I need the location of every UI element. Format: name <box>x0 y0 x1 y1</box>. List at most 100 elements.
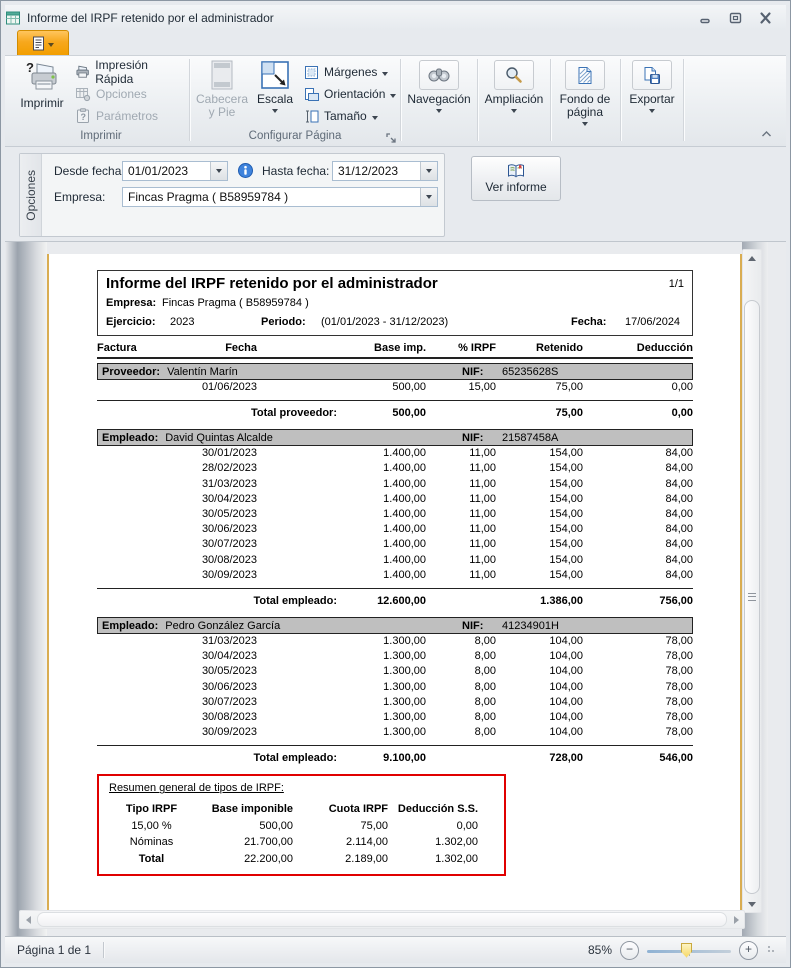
hasta-fecha-combobox[interactable]: 31/12/2023 <box>332 161 438 181</box>
tamano-button[interactable]: Tamaño <box>300 106 382 126</box>
column-header: Base imp. <box>257 342 426 354</box>
cell <box>97 664 167 679</box>
cell: 30/08/2023 <box>167 710 257 725</box>
quick-print-icon <box>75 64 90 80</box>
hasta-fecha-label: Hasta fecha: <box>262 164 329 178</box>
group-header-band: Proveedor:Valentín MarínNIF:65235628S <box>97 363 693 380</box>
zoom-slider[interactable] <box>647 942 731 959</box>
cell: 30/01/2023 <box>167 446 257 461</box>
zoom-slider-thumb[interactable] <box>681 943 692 958</box>
cabecera-pie-button[interactable]: Cabecera y Pie <box>194 60 250 119</box>
group-name: Valentín Marín <box>167 366 462 378</box>
margenes-button[interactable]: Márgenes <box>300 62 392 82</box>
cell: 1.400,00 <box>257 522 426 537</box>
cell: 84,00 <box>583 553 693 568</box>
dropdown-button[interactable] <box>420 162 437 180</box>
application-menu-tab[interactable] <box>17 30 69 55</box>
group-total-row: Total proveedor:500,0075,000,00 <box>97 400 693 419</box>
empresa-value: Fincas Pragma ( B58959784 ) <box>123 188 420 206</box>
desde-fecha-combobox[interactable]: 01/01/2023 <box>122 161 228 181</box>
orientation-icon <box>304 87 319 102</box>
cell: 11,00 <box>426 553 496 568</box>
margins-icon <box>304 65 319 80</box>
opciones-label: Opciones <box>96 87 147 101</box>
close-button[interactable] <box>758 11 772 24</box>
cell: 8,00 <box>426 649 496 664</box>
total-label: Total empleado: <box>97 595 337 607</box>
cell: 11,00 <box>426 507 496 522</box>
exportar-button[interactable]: Exportar <box>625 60 679 113</box>
restore-button[interactable] <box>728 11 742 24</box>
navegacion-button[interactable]: Navegación <box>412 60 466 113</box>
report-body: Proveedor:Valentín MarínNIF:65235628S01/… <box>97 363 693 764</box>
empresa-field-value: Fincas Pragma ( B58959784 ) <box>162 297 309 309</box>
scroll-left-button[interactable] <box>20 911 36 928</box>
statusbar-separator <box>103 942 105 958</box>
cell: 75,00 <box>496 380 583 395</box>
total-value <box>426 595 496 607</box>
orientacion-label: Orientación <box>324 87 385 101</box>
column-header: Deducción <box>583 342 693 354</box>
opciones-button[interactable]: Opciones <box>71 84 151 104</box>
escala-button[interactable]: Escala <box>252 60 298 113</box>
scroll-up-button[interactable] <box>743 250 761 266</box>
fondo-pagina-button[interactable]: Fondo de página <box>558 60 612 126</box>
table-row: 28/02/20231.400,0011,00154,0084,00 <box>97 461 693 476</box>
ribbon-group-fondo-pagina: Fondo de página <box>551 56 619 146</box>
table-row: 30/09/20231.300,008,00104,0078,00 <box>97 725 693 740</box>
dropdown-button[interactable] <box>420 188 437 206</box>
cell: 11,00 <box>426 568 496 583</box>
empresa-combobox[interactable]: Fincas Pragma ( B58959784 ) <box>122 187 438 207</box>
cell: 11,00 <box>426 522 496 537</box>
summary-cell: 0,00 <box>388 818 478 834</box>
report-group: Empleado:Pedro González GarcíaNIF:412349… <box>97 617 693 764</box>
irpf-summary-box: Resumen general de tipos de IRPF: Tipo I… <box>97 774 506 876</box>
vertical-scrollbar-thumb[interactable] <box>744 300 760 894</box>
resize-grip-icon[interactable] <box>768 946 776 954</box>
chevron-down-icon <box>436 109 442 113</box>
zoom-out-button[interactable]: − <box>620 941 639 960</box>
scroll-right-button[interactable] <box>728 911 744 928</box>
cell: 30/07/2023 <box>167 537 257 552</box>
collapse-ribbon-icon[interactable] <box>761 130 772 140</box>
cell: 30/04/2023 <box>167 492 257 507</box>
cell: 104,00 <box>496 664 583 679</box>
ver-informe-button[interactable]: Ver informe <box>471 156 561 201</box>
tab-row <box>5 30 786 56</box>
vertical-scrollbar[interactable] <box>742 249 762 913</box>
cell: 30/07/2023 <box>167 695 257 710</box>
thumb-grip-icon <box>748 593 756 601</box>
cell <box>97 725 167 740</box>
zoom-in-button[interactable]: + <box>739 941 758 960</box>
minimize-button[interactable] <box>698 11 712 24</box>
summary-column-header: Deducción S.S. <box>388 801 478 817</box>
app-window: Informe del IRPF retenido por el adminis… <box>0 0 791 968</box>
ejercicio-value: 2023 <box>170 316 261 328</box>
cell: 30/06/2023 <box>167 680 257 695</box>
ampliacion-button[interactable]: Ampliación <box>487 60 541 113</box>
summary-title: Resumen general de tipos de IRPF: <box>109 782 504 794</box>
horizontal-scrollbar[interactable] <box>19 910 745 929</box>
dropdown-button[interactable] <box>210 162 227 180</box>
scroll-down-button[interactable] <box>743 896 761 912</box>
magnifier-icon <box>494 60 534 90</box>
binoculars-icon <box>419 60 459 90</box>
triangle-right-icon <box>734 916 739 924</box>
periodo-label: Periodo: <box>261 316 321 328</box>
orientacion-button[interactable]: Orientación <box>300 84 400 104</box>
impresion-rapida-button[interactable]: Impresión Rápida <box>71 62 189 82</box>
options-vertical-tab[interactable]: Opciones <box>20 154 42 236</box>
ribbon-group-ampliacion: Ampliación <box>478 56 550 146</box>
cell <box>97 446 167 461</box>
cell: 84,00 <box>583 537 693 552</box>
dialog-launcher-icon[interactable] <box>385 131 397 143</box>
cell: 154,00 <box>496 553 583 568</box>
cell: 1.300,00 <box>257 710 426 725</box>
imprimir-button[interactable]: ? Imprimir <box>15 60 69 110</box>
tamano-label: Tamaño <box>324 109 367 123</box>
parametros-button[interactable]: ? Parámetros <box>71 106 162 126</box>
empresa-label: Empresa: <box>54 190 105 204</box>
title-bar: Informe del IRPF retenido por el adminis… <box>5 5 786 30</box>
horizontal-scrollbar-thumb[interactable] <box>37 912 727 927</box>
cell <box>97 634 167 649</box>
